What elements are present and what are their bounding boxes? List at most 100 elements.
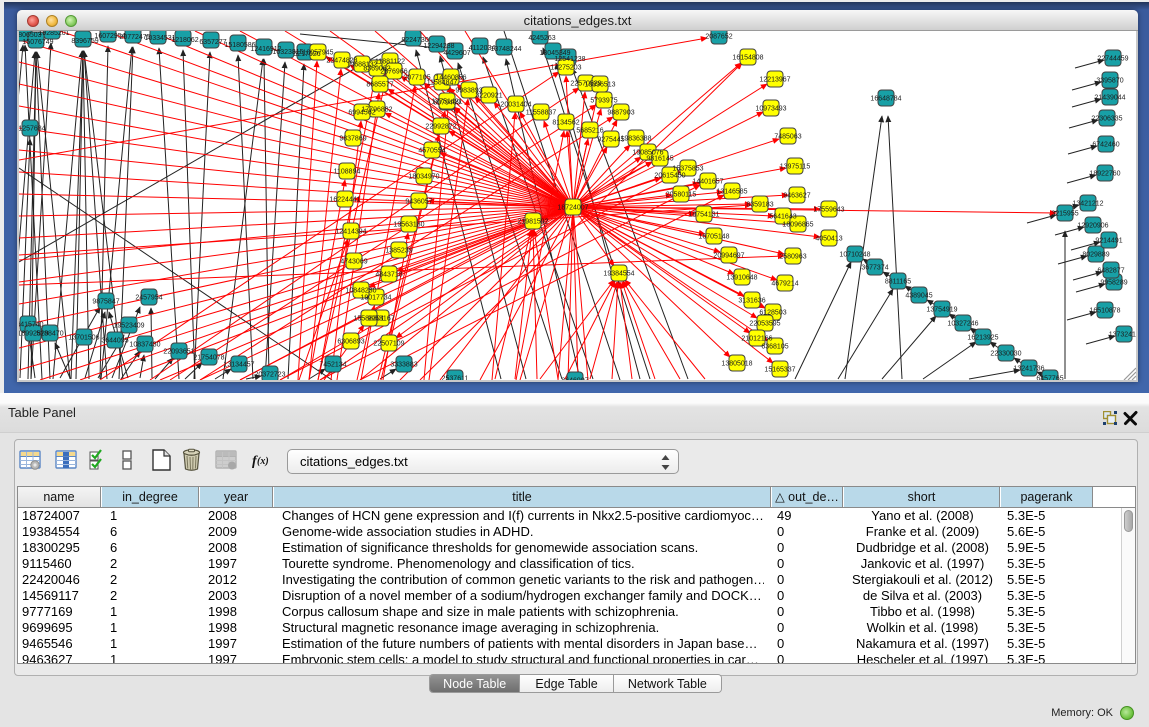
svg-text:8646997: 8646997 bbox=[561, 378, 588, 381]
svg-text:13421212: 13421212 bbox=[1072, 201, 1103, 208]
svg-text:3215955: 3215955 bbox=[1051, 211, 1078, 218]
svg-text:22053595: 22053595 bbox=[749, 321, 780, 328]
svg-text:8029889: 8029889 bbox=[1082, 252, 1109, 259]
svg-text:20031404: 20031404 bbox=[500, 102, 531, 109]
svg-text:14401657: 14401657 bbox=[692, 179, 723, 186]
svg-text:4389045: 4389045 bbox=[905, 293, 932, 300]
svg-text:1385239: 1385239 bbox=[385, 248, 412, 255]
svg-text:4570554: 4570554 bbox=[418, 148, 445, 155]
svg-text:15165337: 15165337 bbox=[764, 367, 795, 374]
svg-text:6357277: 6357277 bbox=[199, 39, 226, 46]
svg-text:21754078: 21754078 bbox=[193, 355, 224, 362]
svg-text:12213967: 12213967 bbox=[759, 77, 790, 84]
svg-text:19285201: 19285201 bbox=[38, 31, 69, 37]
svg-text:13910648: 13910648 bbox=[726, 275, 757, 282]
svg-text:10057945: 10057945 bbox=[302, 50, 333, 57]
svg-text:22992872: 22992872 bbox=[425, 124, 456, 131]
svg-text:14460856: 14460856 bbox=[435, 75, 466, 82]
svg-text:16154808: 16154808 bbox=[732, 55, 763, 62]
svg-text:15076749: 15076749 bbox=[22, 39, 53, 46]
svg-text:10973493: 10973493 bbox=[755, 106, 786, 113]
svg-text:14275203: 14275203 bbox=[550, 65, 581, 72]
svg-text:2580963: 2580963 bbox=[779, 254, 806, 261]
svg-text:6368105: 6368105 bbox=[761, 344, 788, 351]
svg-text:6306893: 6306893 bbox=[337, 339, 364, 346]
svg-text:13805018: 13805018 bbox=[721, 361, 752, 368]
svg-text:13732411: 13732411 bbox=[1109, 332, 1136, 339]
svg-text:8359183: 8359183 bbox=[746, 202, 773, 209]
svg-text:9816145: 9816145 bbox=[646, 156, 673, 163]
svg-text:(x): (x) bbox=[257, 456, 269, 467]
svg-text:22330030: 22330030 bbox=[990, 351, 1021, 358]
svg-text:3395870: 3395870 bbox=[1096, 78, 1123, 85]
svg-text:5793975: 5793975 bbox=[590, 98, 617, 105]
svg-text:2457954: 2457954 bbox=[135, 295, 162, 302]
svg-text:9837869: 9837869 bbox=[339, 136, 366, 143]
svg-text:15375853: 15375853 bbox=[672, 166, 703, 173]
svg-text:20615450: 20615450 bbox=[654, 173, 685, 180]
svg-text:18096865: 18096865 bbox=[782, 222, 813, 229]
svg-text:21012166: 21012166 bbox=[741, 336, 772, 343]
svg-text:6482877: 6482877 bbox=[1097, 268, 1124, 275]
svg-text:17559643: 17559643 bbox=[813, 207, 844, 214]
svg-text:10848230: 10848230 bbox=[345, 288, 376, 295]
svg-text:7485063: 7485063 bbox=[774, 134, 801, 141]
svg-text:5188470: 5188470 bbox=[36, 331, 63, 338]
svg-text:21439044: 21439044 bbox=[1094, 95, 1125, 102]
svg-text:16648784: 16648784 bbox=[870, 96, 901, 103]
svg-text:19836388: 19836388 bbox=[620, 136, 651, 143]
svg-text:12920906: 12920906 bbox=[1077, 223, 1108, 230]
svg-text:18922760: 18922760 bbox=[1089, 171, 1120, 178]
svg-text:19563180: 19563180 bbox=[393, 222, 424, 229]
svg-text:6742460: 6742460 bbox=[1092, 142, 1119, 149]
svg-text:16213925: 16213925 bbox=[967, 335, 998, 342]
svg-text:13748244: 13748244 bbox=[490, 46, 521, 53]
svg-text:18034970: 18034970 bbox=[408, 174, 439, 181]
svg-text:2537611: 2537611 bbox=[442, 376, 469, 381]
svg-text:3333883: 3333883 bbox=[390, 362, 417, 369]
svg-text:9436057: 9436057 bbox=[405, 199, 432, 206]
svg-text:2087652: 2087652 bbox=[705, 34, 732, 41]
svg-text:19523409: 19523409 bbox=[113, 323, 144, 330]
svg-text:22744459: 22744459 bbox=[1097, 56, 1128, 63]
svg-text:13975115: 13975115 bbox=[780, 164, 811, 171]
svg-text:9875847: 9875847 bbox=[92, 299, 119, 306]
svg-text:4843718: 4843718 bbox=[375, 272, 402, 279]
svg-text:13146585: 13146585 bbox=[716, 189, 747, 196]
svg-text:12294238: 12294238 bbox=[423, 43, 454, 50]
svg-text:19384554: 19384554 bbox=[603, 271, 634, 278]
svg-text:16224441: 16224441 bbox=[329, 197, 360, 204]
svg-text:4050413: 4050413 bbox=[815, 236, 842, 243]
svg-text:22507109: 22507109 bbox=[373, 341, 404, 348]
svg-text:3131636: 3131636 bbox=[738, 298, 765, 305]
svg-text:13241736: 13241736 bbox=[1013, 366, 1044, 373]
svg-text:9958289: 9958289 bbox=[1100, 280, 1127, 287]
svg-text:8134562: 8134562 bbox=[552, 120, 579, 127]
svg-text:17751421: 17751421 bbox=[431, 99, 462, 106]
svg-text:8685577: 8685577 bbox=[366, 82, 393, 89]
svg-text:15588301: 15588301 bbox=[353, 316, 384, 323]
svg-text:13701506: 13701506 bbox=[68, 335, 99, 342]
svg-text:6994562: 6994562 bbox=[348, 110, 375, 117]
svg-text:11558837: 11558837 bbox=[526, 110, 557, 117]
svg-text:10327246: 10327246 bbox=[947, 321, 978, 328]
svg-text:16510878: 16510878 bbox=[1089, 308, 1120, 315]
svg-text:9463627: 9463627 bbox=[783, 193, 810, 200]
svg-text:16396513: 16396513 bbox=[584, 82, 615, 89]
svg-text:4743069: 4743069 bbox=[340, 259, 367, 266]
svg-text:21257684: 21257684 bbox=[19, 126, 46, 133]
svg-text:12414394: 12414394 bbox=[335, 229, 366, 236]
svg-text:20580115: 20580115 bbox=[666, 192, 697, 199]
svg-text:19017734: 19017734 bbox=[360, 295, 391, 302]
svg-text:5685216: 5685216 bbox=[576, 128, 603, 135]
svg-text:20372723: 20372723 bbox=[254, 372, 285, 379]
svg-text:10710248: 10710248 bbox=[839, 252, 870, 259]
svg-text:10837430: 10837430 bbox=[129, 342, 160, 349]
svg-text:12541238: 12541238 bbox=[554, 56, 585, 63]
svg-text:18754131: 18754131 bbox=[688, 212, 719, 219]
svg-text:6128503: 6128503 bbox=[759, 310, 786, 317]
svg-text:20994697: 20994697 bbox=[713, 253, 744, 260]
svg-text:8811165: 8811165 bbox=[885, 279, 911, 286]
svg-text:3644095: 3644095 bbox=[101, 338, 128, 345]
svg-text:3220921: 3220921 bbox=[475, 93, 502, 100]
